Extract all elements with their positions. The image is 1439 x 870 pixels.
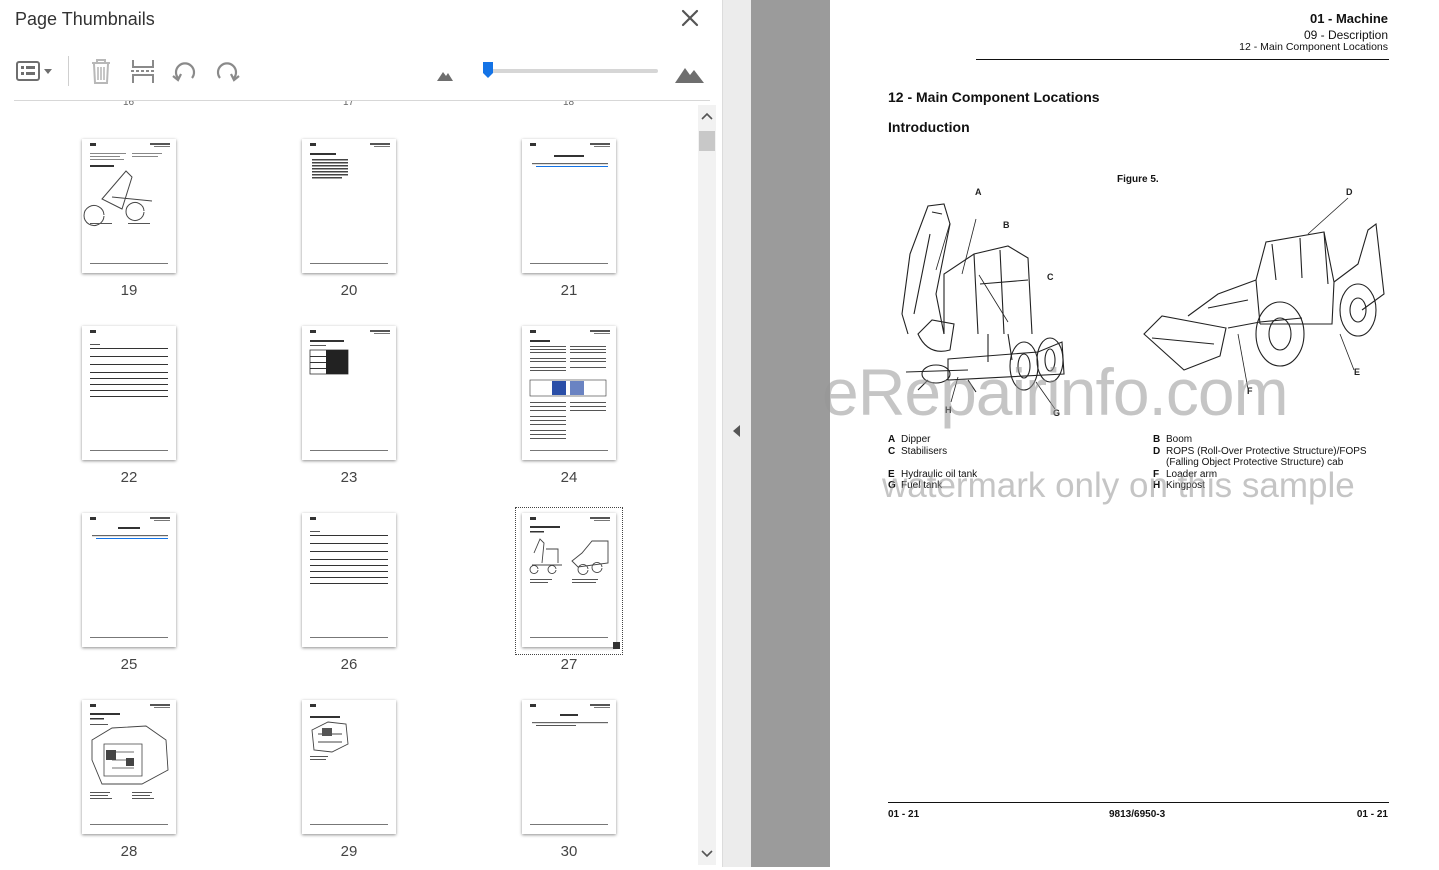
document-gutter xyxy=(751,0,830,867)
page-preview xyxy=(310,143,390,264)
page-preview xyxy=(90,517,170,638)
header-section: 09 - Description xyxy=(1303,28,1388,42)
thumbnail-page-number: 26 xyxy=(340,656,358,673)
page-preview xyxy=(90,330,168,451)
page-preview xyxy=(530,143,610,264)
callout-label: D xyxy=(1346,187,1353,197)
page-preview xyxy=(310,517,388,638)
thumbnail-image xyxy=(522,326,616,460)
thumbnail-page-number: 27 xyxy=(560,656,578,673)
thumbnail-image xyxy=(82,139,176,273)
thumbnail-size-slider[interactable] xyxy=(488,69,658,73)
rotate-counterclockwise-button[interactable] xyxy=(170,56,200,86)
legend-item: B Boom xyxy=(1153,434,1193,445)
page-preview xyxy=(310,704,388,825)
page-thumbnails-panel: Page Thumbnails 16 17 18 19 20 21 22 23 … xyxy=(0,0,722,867)
footer-page-right: 01 - 21 xyxy=(1356,809,1388,820)
toolbar-divider xyxy=(68,56,69,86)
options-menu-icon xyxy=(16,61,52,81)
thumbnail-page-number: 19 xyxy=(120,282,138,299)
page-preview xyxy=(529,330,610,451)
zoom-out-thumbnails-button[interactable] xyxy=(434,56,456,86)
thumbnail-page-number: 25 xyxy=(120,656,138,673)
delete-page-button[interactable] xyxy=(86,56,116,86)
thumbnail-image xyxy=(302,326,396,460)
thumbnail-page-number: 22 xyxy=(120,469,138,486)
header-chapter: 01 - Machine xyxy=(1309,11,1388,26)
thumbnail-image xyxy=(302,700,396,834)
thumbnail-image xyxy=(522,700,616,834)
rotate-right-icon xyxy=(216,62,240,82)
thumbnail-image xyxy=(302,139,396,273)
thumbnail-image xyxy=(82,326,176,460)
panel-title: Page Thumbnails xyxy=(15,9,155,29)
thumbnail-page-number: 30 xyxy=(560,843,578,860)
thumbnail-page-number: 24 xyxy=(560,469,578,486)
legend-item: D ROPS (Roll-Over Protective Structure)/F… xyxy=(1153,445,1367,457)
watermark-site: eRepairinfo.com xyxy=(822,355,1289,429)
close-icon xyxy=(681,9,699,27)
close-panel-button[interactable] xyxy=(678,6,702,30)
backhoe-front-view-drawing xyxy=(1143,222,1385,371)
previous-row-label: 17 xyxy=(343,101,355,108)
trash-icon xyxy=(92,59,110,84)
previous-row-label: 18 xyxy=(563,101,575,108)
footer-document-number: 9813/6950-3 xyxy=(1109,809,1166,820)
thumbnail-page-number: 28 xyxy=(120,843,138,860)
large-mountain-icon xyxy=(675,68,704,83)
footer-page-left: 01 - 21 xyxy=(888,809,920,820)
thumbnail-page-number: 29 xyxy=(340,843,358,860)
callout-label: E xyxy=(1354,367,1360,377)
thumbnail-scrollbar[interactable] xyxy=(698,105,716,865)
thumbnail-page-number: 21 xyxy=(560,282,578,299)
page-preview xyxy=(309,330,390,451)
callout-label: A xyxy=(975,187,982,197)
chevron-up-icon xyxy=(701,112,713,120)
zoom-in-thumbnails-button[interactable] xyxy=(673,56,707,86)
scroll-up-button[interactable] xyxy=(698,105,716,127)
thumbnail-size-slider-handle[interactable] xyxy=(482,61,494,79)
slider-handle-icon xyxy=(483,62,493,78)
thumbnail-image xyxy=(82,700,176,834)
thumbnail-image xyxy=(82,513,176,647)
rotate-clockwise-button[interactable] xyxy=(212,56,242,86)
scroll-down-button[interactable] xyxy=(698,843,716,865)
collapse-panel-icon xyxy=(733,425,740,437)
previous-row-label: 16 xyxy=(123,101,135,108)
page-preview xyxy=(529,517,610,638)
rotate-left-icon xyxy=(172,62,196,82)
thumbnail-image xyxy=(302,513,396,647)
thumbnail-page-number: 23 xyxy=(340,469,358,486)
callout-label: C xyxy=(1047,272,1054,282)
insert-page-button[interactable] xyxy=(128,56,158,86)
page-preview xyxy=(83,143,170,264)
thumbnails-toolbar xyxy=(0,50,722,94)
options-menu-button[interactable] xyxy=(14,56,58,86)
legend-item: A Dipper xyxy=(888,434,931,445)
document-page: 01 - Machine 09 - Description 12 - Main … xyxy=(822,0,1439,867)
watermark-note: watermark only on this sample xyxy=(882,466,1355,505)
header-rule xyxy=(976,59,1389,60)
thumbnail-grid: 16 17 18 19 20 21 22 23 24 25 26 27 28 2… xyxy=(0,101,697,867)
header-subsection: 12 - Main Component Locations xyxy=(1239,41,1388,53)
page-preview xyxy=(530,704,610,825)
chevron-down-icon xyxy=(701,850,713,858)
panel-splitter[interactable] xyxy=(722,0,751,867)
section-heading: Introduction xyxy=(888,119,970,135)
scrollbar-thumb[interactable] xyxy=(699,131,715,151)
legend-item: C Stabilisers xyxy=(888,445,948,457)
small-mountain-icon xyxy=(437,72,453,81)
selection-corner-marker xyxy=(613,642,620,649)
page-preview xyxy=(90,704,170,825)
footer-rule xyxy=(888,802,1389,803)
thumbnail-image xyxy=(522,139,616,273)
insert-page-icon xyxy=(131,60,155,83)
thumbnail-page-number: 20 xyxy=(340,282,358,299)
page-title: 12 - Main Component Locations xyxy=(888,89,1100,105)
thumbnail-image xyxy=(522,513,616,647)
callout-label: B xyxy=(1003,220,1010,230)
